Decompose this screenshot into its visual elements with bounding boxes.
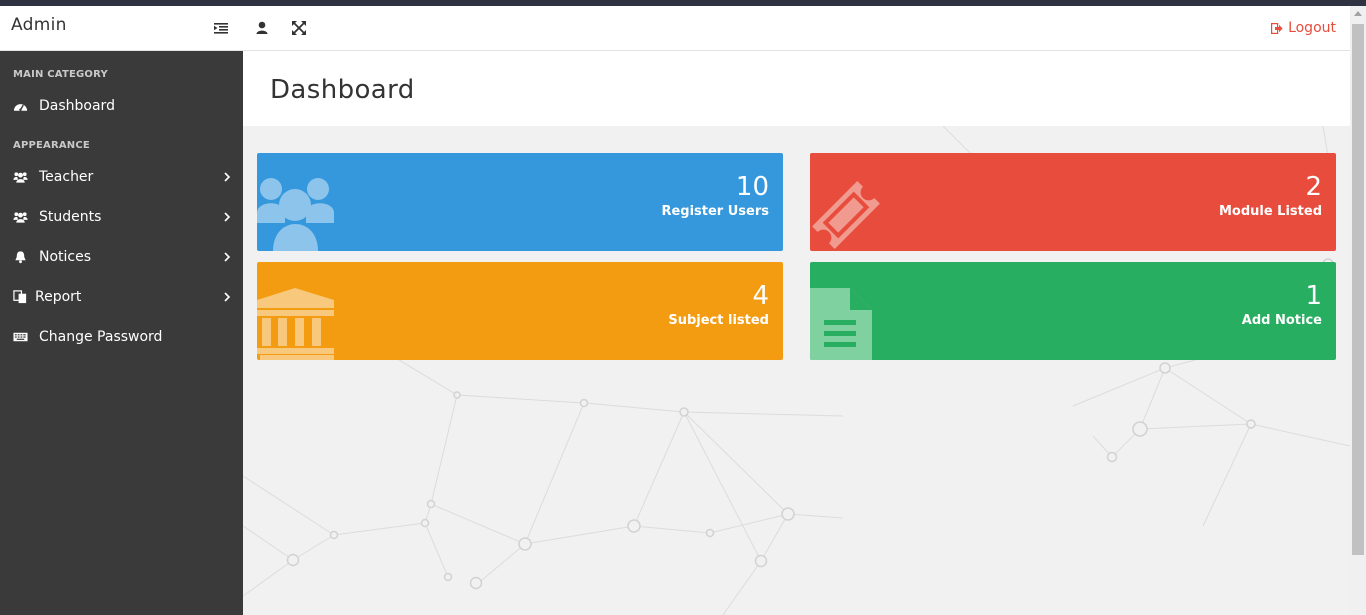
stat-value: 1 <box>1305 281 1322 311</box>
chevron-right-icon <box>224 212 231 222</box>
scroll-thumb[interactable] <box>1352 24 1364 555</box>
bell-icon <box>15 251 26 264</box>
stat-label: Module Listed <box>1218 204 1322 219</box>
stat-value: 4 <box>752 281 769 311</box>
chevron-right-icon <box>224 292 231 302</box>
sidebar-item-label: Change Password <box>39 329 163 345</box>
logout-label: Logout <box>1288 20 1336 36</box>
page-header: Dashboard <box>243 51 1350 126</box>
main-content: Dashboard 10 Register Users 2 Module Lis… <box>243 51 1350 615</box>
page-title: Dashboard <box>270 75 415 105</box>
sidebar-item-notices[interactable]: Notices <box>0 237 243 277</box>
users-icon <box>13 212 28 223</box>
scroll-up-arrow-icon[interactable] <box>1354 11 1362 16</box>
keyboard-icon <box>13 332 28 342</box>
sidebar-item-label: Report <box>35 289 82 305</box>
sidebar-item-label: Notices <box>39 249 92 265</box>
stat-value: 2 <box>1305 172 1322 202</box>
ticket-icon <box>812 181 880 249</box>
sidebar-item-dashboard[interactable]: Dashboard <box>0 86 243 126</box>
user-icon[interactable] <box>254 20 270 36</box>
users-icon <box>257 178 334 251</box>
stat-label: Subject listed <box>668 313 769 328</box>
institution-icon <box>257 288 334 360</box>
page-scrollbar[interactable] <box>1350 6 1366 615</box>
sidebar-item-teacher[interactable]: Teacher <box>0 157 243 197</box>
stat-card-add-notice[interactable]: 1 Add Notice <box>810 262 1336 360</box>
users-icon <box>13 172 28 183</box>
stat-value: 10 <box>735 172 769 202</box>
sidebar-item-label: Teacher <box>39 169 94 185</box>
sign-out-icon <box>1271 22 1283 34</box>
sidebar-category-main: MAIN CATEGORY <box>13 69 108 80</box>
brand-title: Admin <box>11 15 67 35</box>
sidebar-item-change-password[interactable]: Change Password <box>0 317 243 357</box>
top-navbar: Admin Logout <box>0 6 1350 51</box>
list-indent-icon[interactable] <box>213 20 229 36</box>
sidebar-item-label: Students <box>39 209 102 225</box>
stat-card-subject-listed[interactable]: 4 Subject listed <box>257 262 783 360</box>
sidebar-item-report[interactable]: Report <box>0 277 243 317</box>
stat-label: Register Users <box>661 204 769 219</box>
stat-label: Add Notice <box>1241 313 1322 328</box>
stat-card-register-users[interactable]: 10 Register Users <box>257 153 783 251</box>
logout-button[interactable]: Logout <box>1271 20 1336 36</box>
expand-icon[interactable] <box>291 20 307 36</box>
copy-icon <box>13 290 27 304</box>
chevron-right-icon <box>224 252 231 262</box>
sidebar-category-appearance: APPEARANCE <box>13 140 90 151</box>
sidebar-item-label: Dashboard <box>39 98 115 114</box>
sidebar-item-students[interactable]: Students <box>0 197 243 237</box>
chevron-right-icon <box>224 172 231 182</box>
dashboard-icon <box>13 104 28 111</box>
stat-card-module-listed[interactable]: 2 Module Listed <box>810 153 1336 251</box>
sidebar: MAIN CATEGORY Dashboard APPEARANCE Teach… <box>0 51 243 615</box>
file-text-icon <box>810 288 872 360</box>
